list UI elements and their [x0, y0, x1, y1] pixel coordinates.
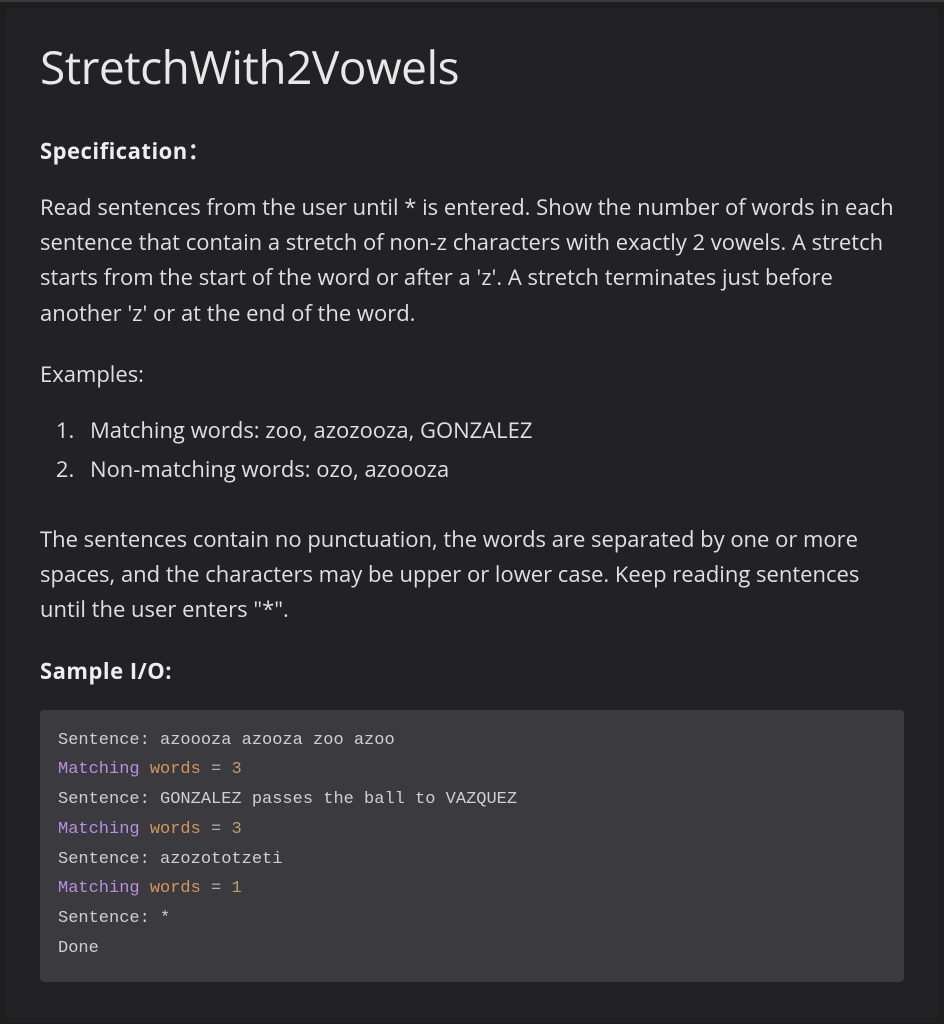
page-title: StretchWith2Vowels — [40, 36, 904, 98]
io-line-5: Sentence: azozototzeti — [58, 850, 282, 869]
io-num: 3 — [231, 820, 241, 839]
io-line-1: Sentence: azoooza azooza zoo azoo — [58, 731, 395, 750]
specification-paragraph-1: Read sentences from the user until * is … — [40, 190, 904, 331]
io-num: 3 — [231, 760, 241, 779]
io-line-3: Sentence: GONZALEZ passes the ball to VA… — [58, 790, 517, 809]
examples-label: Examples: — [40, 359, 904, 389]
io-eq: = — [211, 879, 221, 898]
io-words-var: words — [150, 820, 201, 839]
io-matching-kw: Matching — [58, 820, 140, 839]
specification-paragraph-2: The sentences contain no punctuation, th… — [40, 522, 904, 628]
io-words-var: words — [150, 760, 201, 779]
io-line-8: Done — [58, 939, 99, 958]
io-matching-kw: Matching — [58, 879, 140, 898]
io-line-7: Sentence: * — [58, 909, 170, 928]
specification-label: Specification： — [40, 134, 904, 166]
example-item-2: Non-matching words: ozo, azoooza — [80, 450, 904, 490]
examples-list: Matching words: zoo, azozooza, GONZALEZ … — [80, 411, 904, 490]
io-eq: = — [211, 760, 221, 779]
io-num: 1 — [231, 879, 241, 898]
sample-io-label: Sample I/O: — [40, 656, 904, 686]
example-item-1: Matching words: zoo, azozooza, GONZALEZ — [80, 411, 904, 451]
document-content: StretchWith2Vowels Specification： Read s… — [6, 8, 938, 1018]
io-matching-kw: Matching — [58, 760, 140, 779]
io-eq: = — [211, 820, 221, 839]
io-words-var: words — [150, 879, 201, 898]
sample-io-code: Sentence: azoooza azooza zoo azoo Matchi… — [40, 710, 904, 982]
